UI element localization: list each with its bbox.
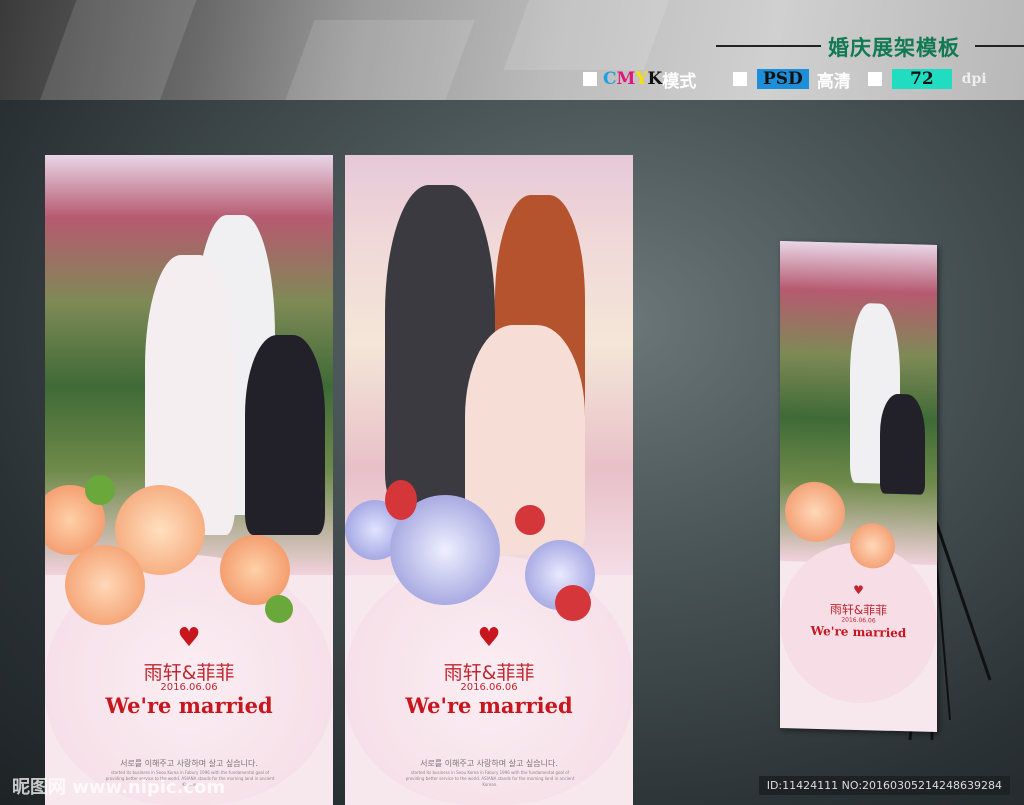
watermark: 昵图网 www.nipic.com <box>12 777 226 798</box>
headline: We're married <box>105 693 273 718</box>
groom-trousers <box>245 335 325 535</box>
groom-trousers <box>880 393 925 495</box>
square-icon <box>583 72 597 86</box>
divider <box>716 45 821 47</box>
divider <box>975 45 1024 47</box>
couple-names: 雨轩&菲菲 <box>443 662 535 684</box>
flower <box>65 545 145 625</box>
flower <box>850 522 895 569</box>
square-icon <box>733 72 747 86</box>
couple-names: 雨轩&菲菲 <box>143 662 235 684</box>
cmyk-c: C <box>603 69 617 89</box>
leaf <box>85 475 115 505</box>
color-mode-spec: C M Y K 模式 <box>583 68 697 92</box>
headline: We're married <box>405 693 573 718</box>
decor-polygon <box>285 20 475 100</box>
tulip <box>515 505 545 535</box>
dpi-badge: 72 <box>892 69 952 89</box>
resolution-spec: 72 dpi <box>868 68 987 90</box>
poster-2: ♥ 雨轩&菲菲 2016.06.06 We're married 서로를 이해주… <box>345 155 633 805</box>
flower <box>785 481 845 543</box>
heart-icon: ♥ <box>477 623 501 653</box>
psd-badge: PSD <box>757 69 809 89</box>
page-title: 婚庆展架模板 <box>828 35 960 60</box>
square-icon <box>868 72 882 86</box>
poster-1: ♥ 雨轩&菲菲 2016.06.06 We're married 서로를 이해주… <box>45 155 333 805</box>
wedding-date: 2016.06.06 <box>460 682 518 693</box>
color-mode-label: 模式 <box>662 71 697 92</box>
header-banner: 婚庆展架模板 C M Y K 模式 PSD 高清 72 dpi <box>0 0 1024 100</box>
standee-poster: ♥ 雨轩&菲菲 2016.06.06 We're married <box>780 240 937 733</box>
korean-text: 서로를 이해주고 사랑하며 살고 싶습니다. <box>420 759 558 768</box>
body-text: started its business in Seou Korea in Fa… <box>405 770 575 787</box>
cmyk-m: M <box>616 69 636 89</box>
cmyk-y: Y <box>635 69 648 89</box>
image-id: ID:11424111 NO:20160305214248639284 <box>758 776 1010 795</box>
korean-text: 서로를 이해주고 사랑하며 살고 싶습니다. <box>120 759 258 768</box>
format-spec: PSD 高清 <box>733 68 851 92</box>
leaf <box>265 595 293 623</box>
heart-icon: ♥ <box>177 623 201 653</box>
tulip <box>555 585 591 621</box>
decor-polygon <box>503 0 677 70</box>
format-label: 高清 <box>816 71 851 92</box>
wedding-date: 2016.06.06 <box>160 682 218 693</box>
tulip <box>385 480 417 520</box>
dpi-label: dpi <box>961 71 987 87</box>
cmyk-k: K <box>647 69 663 89</box>
decor-polygon <box>39 0 201 100</box>
